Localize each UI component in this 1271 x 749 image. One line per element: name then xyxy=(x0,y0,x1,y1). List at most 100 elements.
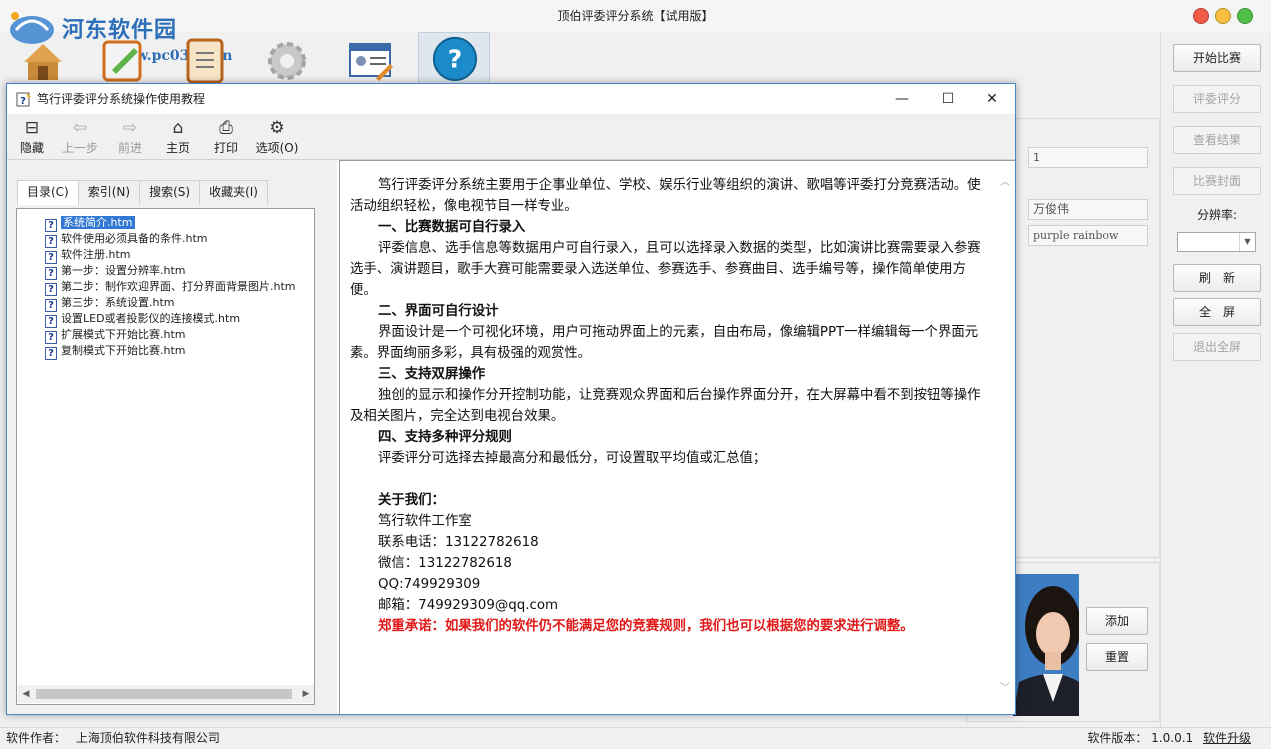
options-label: 选项(O) xyxy=(255,141,299,155)
view-results-button[interactable]: 查看结果 xyxy=(1173,126,1261,154)
tree-horizontal-scrollbar[interactable]: ◀ ▶ xyxy=(18,685,314,703)
section-body-3: 独创的显示和操作分开控制功能，让竞赛观众界面和后台操作界面分开，在大屏幕中看不到… xyxy=(350,388,981,424)
scroll-right-icon[interactable]: ▶ xyxy=(298,685,314,703)
help-file-icon: ? xyxy=(16,92,31,107)
tree-item[interactable]: ? 第三步：系统设置.htm xyxy=(45,295,175,312)
section-body-4: 评委评分可选择去掉最高分和最低分，可设置取平均值或汇总值； xyxy=(378,451,767,466)
contact-email: 邮箱：749929309@qq.com xyxy=(378,598,559,613)
portrait-image-icon xyxy=(1013,574,1079,716)
svg-text:?: ? xyxy=(448,45,462,74)
scroll-thumb[interactable] xyxy=(36,689,292,699)
contact-phone: 联系电话：13122782618 xyxy=(378,535,539,550)
window-controls xyxy=(1193,8,1253,24)
tree-item[interactable]: ? 软件注册.htm xyxy=(45,247,131,264)
section-heading-2: 二、界面可自行设计 xyxy=(378,304,499,319)
home-icon: ⌂ xyxy=(172,118,184,138)
fullscreen-button[interactable]: 全 屏 xyxy=(1173,298,1261,326)
version-info: 软件版本： 1.0.0.1 软件升级 xyxy=(1087,728,1251,748)
player-name-field[interactable]: 万俊伟 xyxy=(1028,199,1148,220)
print-button[interactable]: ⎙ 打印 xyxy=(203,117,249,157)
tree-item[interactable]: ? 软件使用必须具备的条件.htm xyxy=(45,231,208,248)
tree-item[interactable]: ? 系统简介.htm xyxy=(45,215,135,232)
author-value: 上海顶伯软件科技有限公司 xyxy=(75,731,220,745)
player-song-field[interactable]: purple rainbow xyxy=(1028,225,1148,246)
home-label: 主页 xyxy=(165,141,190,155)
right-control-panel: 开始比赛 评委评分 查看结果 比赛封面 分辨率: ▼ 刷 新 全 屏 退出全屏 xyxy=(1160,32,1271,727)
back-label: 上一步 xyxy=(61,141,98,155)
back-button[interactable]: ⇦ 上一步 xyxy=(57,117,103,157)
match-cover-button[interactable]: 比赛封面 xyxy=(1173,167,1261,195)
main-toolbar xyxy=(0,32,1160,84)
forward-label: 前进 xyxy=(117,141,142,155)
tree-item[interactable]: ? 设置LED或者投影仪的连接模式.htm xyxy=(45,311,241,328)
main-title-bar: 顶伯评委评分系统【试用版】 xyxy=(0,0,1271,32)
tab-contents[interactable]: 目录(C) xyxy=(17,180,79,205)
player-photo xyxy=(1013,574,1079,716)
tree-item-label: 第一步：设置分辨率.htm xyxy=(61,264,186,277)
intro-paragraph: 笃行评委评分系统主要用于企事业单位、学校、娱乐行业等组织的演讲、歌唱等评委打分竞… xyxy=(350,178,981,214)
nav-tabs: 目录(C) 索引(N) 搜索(S) 收藏夹(I) xyxy=(17,180,268,205)
tab-favorites[interactable]: 收藏夹(I) xyxy=(199,180,268,204)
tab-index[interactable]: 索引(N) xyxy=(77,180,141,204)
tree-item[interactable]: ? 第二步：制作欢迎界面、打分界面背景图片.htm xyxy=(45,279,296,296)
restore-dot-icon[interactable] xyxy=(1215,8,1231,24)
home-button[interactable]: ⌂ 主页 xyxy=(155,117,201,157)
help-toolbar-button[interactable]: ? xyxy=(418,32,490,84)
scroll-up-icon[interactable]: ︿ xyxy=(999,177,1011,189)
help-title-bar[interactable]: ? 笃行评委评分系统操作使用教程 — ☐ ✕ xyxy=(7,84,1015,114)
section-heading-1: 一、比赛数据可自行录入 xyxy=(378,220,526,235)
tree-item[interactable]: ? 复制模式下开始比赛.htm xyxy=(45,343,186,360)
about-heading: 关于我们： xyxy=(378,493,445,508)
edit-toolbar-icon[interactable] xyxy=(98,34,148,84)
maximize-button[interactable]: ☐ xyxy=(925,84,971,114)
contact-wechat: 微信：13122782618 xyxy=(378,556,512,571)
player-number-field[interactable]: 1 xyxy=(1028,147,1148,168)
resolution-select[interactable]: ▼ xyxy=(1177,232,1256,252)
tree-item[interactable]: ? 第一步：设置分辨率.htm xyxy=(45,263,186,280)
tree-item-label: 第三步：系统设置.htm xyxy=(61,296,175,309)
reset-photo-button[interactable]: 重置 xyxy=(1086,643,1148,671)
start-match-button[interactable]: 开始比赛 xyxy=(1173,44,1261,72)
refresh-button[interactable]: 刷 新 xyxy=(1173,264,1261,292)
hide-button[interactable]: ⊟ 隐藏 xyxy=(9,117,55,157)
home-toolbar-icon[interactable] xyxy=(18,34,68,84)
clipboard-toolbar-icon[interactable] xyxy=(180,34,230,84)
tab-search[interactable]: 搜索(S) xyxy=(139,180,201,204)
arrow-right-icon: ⇨ xyxy=(122,118,138,138)
tree-item-label: 第二步：制作欢迎界面、打分界面背景图片.htm xyxy=(61,280,296,293)
tree-item[interactable]: ? 扩展模式下开始比赛.htm xyxy=(45,327,186,344)
judge-score-button[interactable]: 评委评分 xyxy=(1173,85,1261,113)
scroll-down-icon[interactable]: ﹀ xyxy=(999,683,1011,695)
options-button[interactable]: ⚙ 选项(O) xyxy=(251,117,303,157)
upgrade-link[interactable]: 软件升级 xyxy=(1203,731,1251,745)
add-photo-button[interactable]: 添加 xyxy=(1086,607,1148,635)
author-info: 软件作者： 上海顶伯软件科技有限公司 xyxy=(6,728,220,748)
forward-button[interactable]: ⇨ 前进 xyxy=(107,117,153,157)
arrow-left-icon: ⇦ xyxy=(72,118,88,138)
id-card-toolbar-icon[interactable] xyxy=(346,34,396,84)
chevron-down-icon[interactable]: ▼ xyxy=(1239,233,1255,251)
author-label: 软件作者： xyxy=(6,731,67,745)
contents-tree: ? 系统简介.htm ? 软件使用必须具备的条件.htm ? 软件注册.htm ? 第一… xyxy=(16,208,315,705)
help-window-title: 笃行评委评分系统操作使用教程 xyxy=(37,92,206,106)
exit-fullscreen-button[interactable]: 退出全屏 xyxy=(1173,333,1261,361)
settings-gear-icon[interactable] xyxy=(262,34,312,84)
minimize-button[interactable]: — xyxy=(879,84,925,114)
section-heading-4: 四、支持多种评分规则 xyxy=(378,430,512,445)
close-dot-icon[interactable] xyxy=(1237,8,1253,24)
contact-qq: QQ:749929309 xyxy=(378,577,481,592)
minimize-dot-icon[interactable] xyxy=(1193,8,1209,24)
main-window-title: 顶伯评委评分系统【试用版】 xyxy=(557,9,714,23)
close-button[interactable]: ✕ xyxy=(969,84,1015,114)
tree-item-label: 软件注册.htm xyxy=(61,248,131,261)
resolution-label: 分辨率: xyxy=(1196,208,1238,222)
tree-item-label: 系统简介.htm xyxy=(61,216,135,229)
scroll-left-icon[interactable]: ◀ xyxy=(18,685,34,703)
help-page-icon: ? xyxy=(45,347,57,360)
help-content: 笃行评委评分系统主要用于企事业单位、学校、娱乐行业等组织的演讲、歌唱等评委打分竞… xyxy=(350,175,990,637)
version-label: 软件版本： xyxy=(1087,731,1148,745)
tree-item-label: 设置LED或者投影仪的连接模式.htm xyxy=(61,312,241,325)
content-pane: 笃行评委评分系统主要用于企事业单位、学校、娱乐行业等组织的演讲、歌唱等评委打分竞… xyxy=(339,160,1015,714)
help-toolbar: ⊟ 隐藏 ⇦ 上一步 ⇨ 前进 ⌂ 主页 ⎙ 打印 ⚙ 选项(O) xyxy=(7,114,1015,160)
